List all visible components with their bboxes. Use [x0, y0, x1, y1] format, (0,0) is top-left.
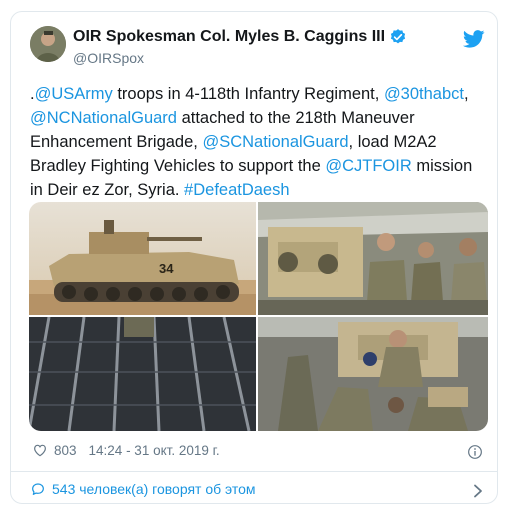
chevron-right-icon[interactable]	[473, 484, 483, 498]
author-name[interactable]: OIR Spokesman Col. Myles B. Caggins III	[73, 28, 385, 46]
vehicle-number: 34	[159, 261, 174, 276]
avatar[interactable]	[30, 26, 66, 62]
author-row: OIR Spokesman Col. Myles B. Caggins III	[73, 28, 407, 46]
mention-30thabct[interactable]: @30thabct	[384, 85, 464, 103]
twitter-bird-icon[interactable]	[463, 30, 485, 48]
mention-usarmy[interactable]: @USArmy	[35, 85, 113, 103]
photo-soldiers-securing[interactable]	[258, 317, 488, 431]
media-grid: 34	[29, 202, 488, 431]
photo-cargo-floor[interactable]	[29, 317, 256, 431]
reply-bubble-icon	[32, 483, 44, 495]
mention-cjtfoir[interactable]: @CJTFOIR	[325, 157, 411, 175]
author-handle[interactable]: @OIRSpox	[73, 50, 144, 66]
tweet-text: .@USArmy troops in 4-118th Infantry Regi…	[30, 82, 485, 202]
hashtag-defeatdaesh[interactable]: #DefeatDaesh	[184, 181, 290, 199]
tweet-card: OIR Spokesman Col. Myles B. Caggins III …	[10, 11, 498, 504]
mention-ncnationalguard[interactable]: @NCNationalGuard	[30, 109, 177, 127]
like-count[interactable]: 803	[54, 443, 77, 458]
tweet-text-segment: ,	[464, 85, 469, 103]
photo-bradley-desert[interactable]: 34	[29, 202, 256, 315]
verified-icon	[390, 29, 406, 44]
tweet-text-segment: troops in 4-118th Infantry Regiment,	[112, 85, 384, 103]
heart-icon[interactable]	[32, 442, 48, 458]
photo-soldiers-aircraft[interactable]	[258, 202, 488, 315]
divider	[11, 471, 497, 472]
timestamp[interactable]: 14:24 - 31 окт. 2019 г.	[89, 443, 220, 458]
info-icon[interactable]	[467, 444, 483, 460]
mention-scnationalguard[interactable]: @SCNationalGuard	[202, 133, 348, 151]
conversation-count[interactable]: 543 человек(а) говорят об этом	[52, 481, 256, 497]
tweet-stats: 803 14:24 - 31 окт. 2019 г.	[32, 442, 220, 458]
conversation-link[interactable]: 543 человек(а) говорят об этом	[30, 481, 256, 497]
